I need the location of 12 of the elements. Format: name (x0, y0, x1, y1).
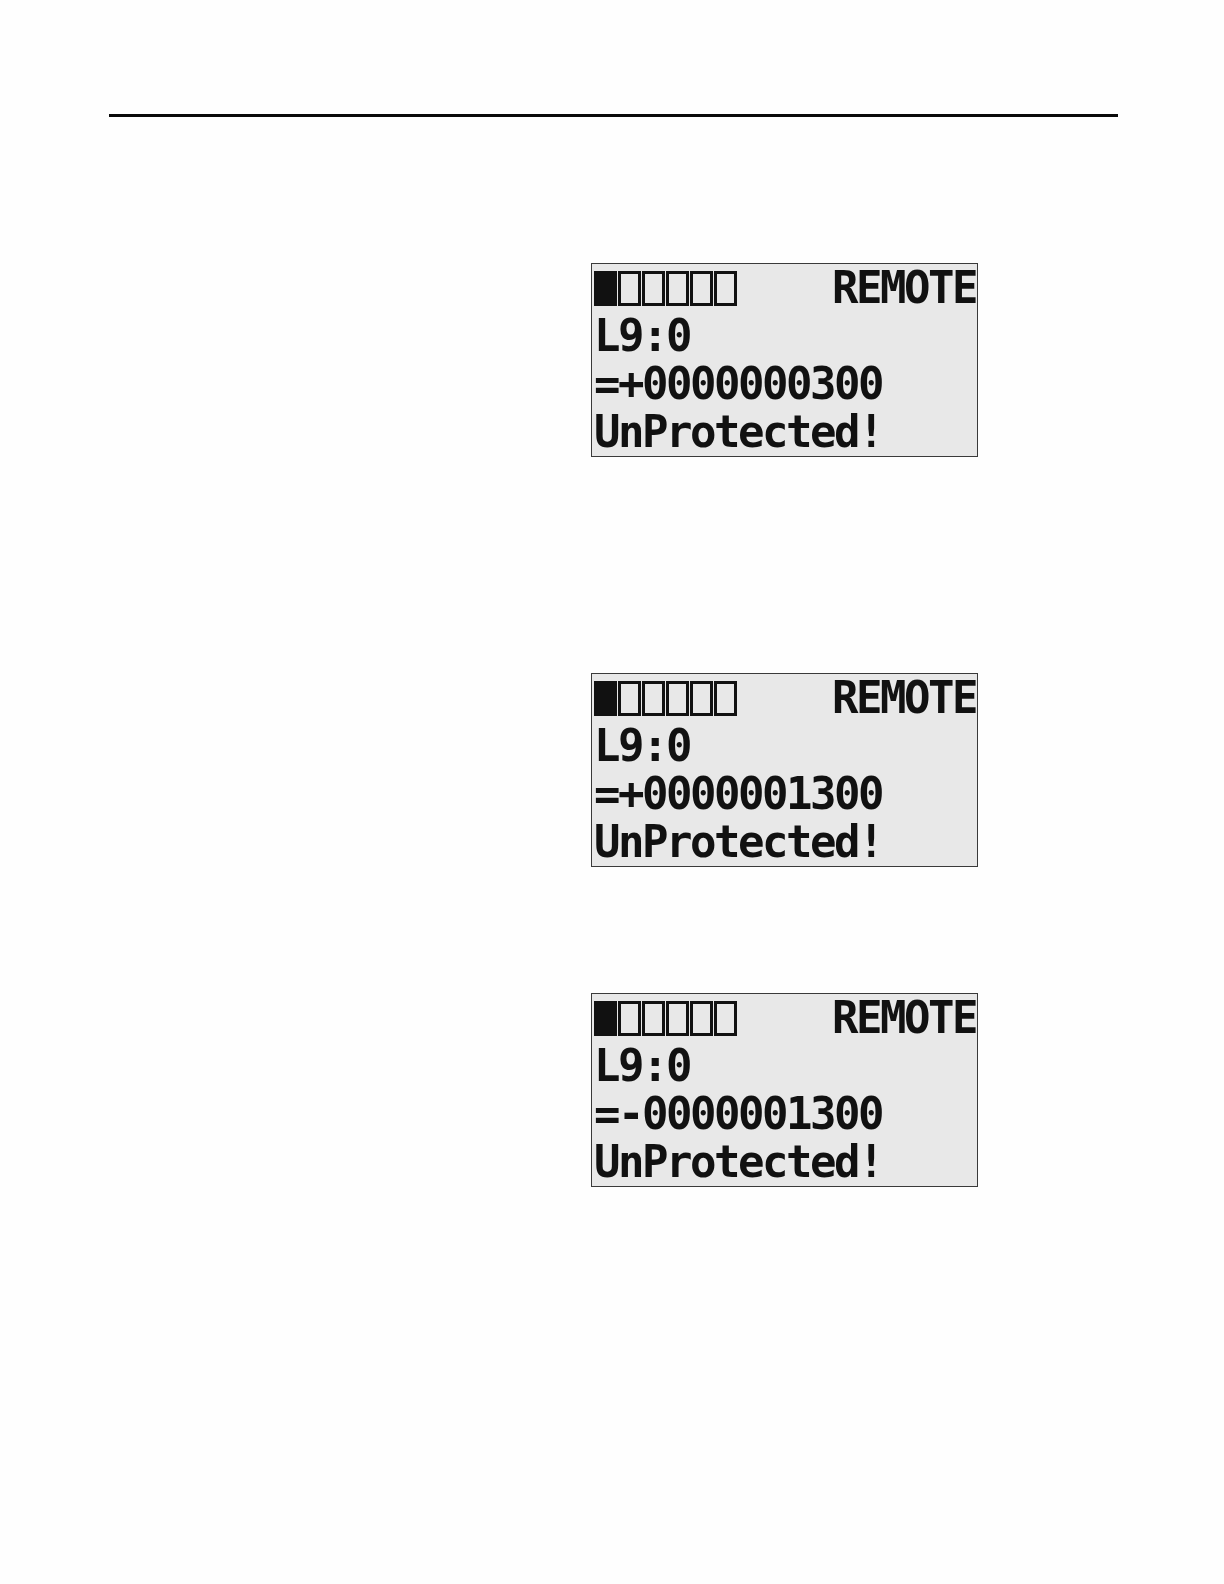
mode-label: REMOTE (832, 994, 976, 1042)
value-readout: =+0000001300 (594, 770, 882, 818)
mode-label: REMOTE (832, 674, 976, 722)
protection-status: UnProtected! (594, 818, 882, 866)
address-label: L9:0 (594, 312, 690, 360)
value-readout: =+0000000300 (594, 360, 882, 408)
protection-status: UnProtected! (594, 1138, 882, 1186)
value-readout: =-0000001300 (594, 1090, 882, 1138)
protection-status: UnProtected! (594, 408, 882, 456)
address-label: L9:0 (594, 1042, 690, 1090)
address-label: L9:0 (594, 722, 690, 770)
mode-label: REMOTE (832, 264, 976, 312)
